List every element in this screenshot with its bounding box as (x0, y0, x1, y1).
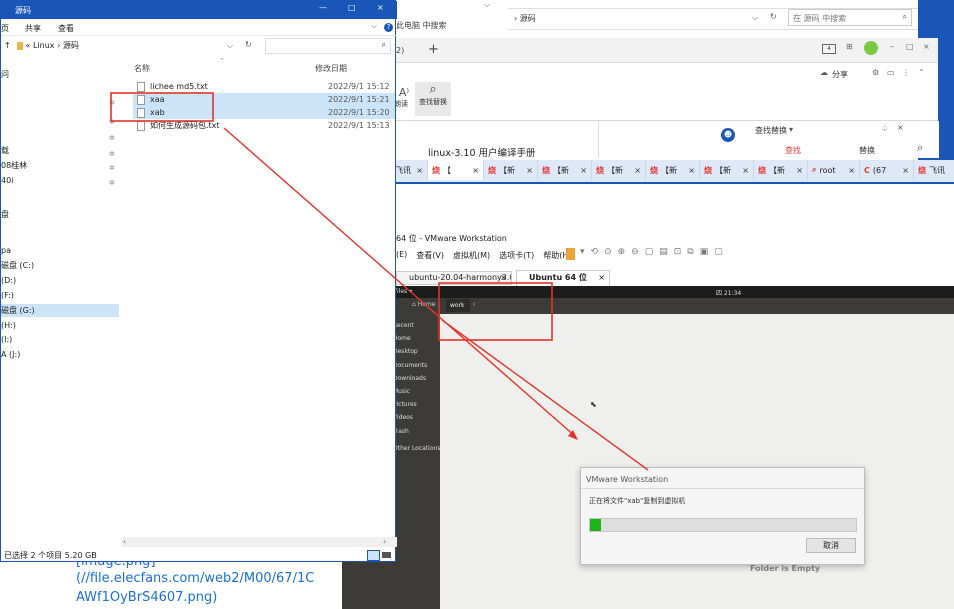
annotation-layer (110, 92, 649, 471)
annotation-box-files (110, 92, 214, 122)
annotation-arrow-2 (441, 319, 649, 471)
